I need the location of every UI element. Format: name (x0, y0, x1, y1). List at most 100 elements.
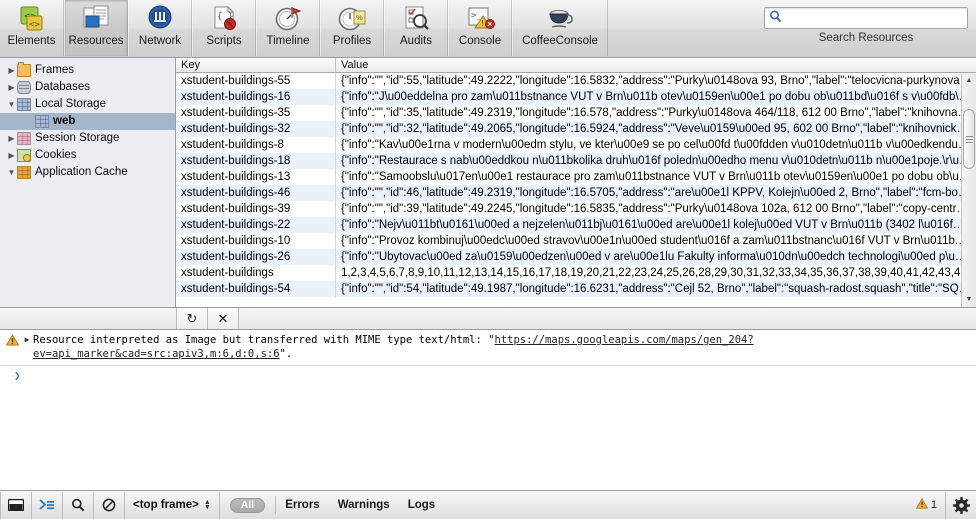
table-row[interactable]: xstudent-buildings-10 {"info":"Provoz ko… (176, 233, 976, 249)
clear-console-button[interactable] (94, 491, 125, 519)
message-prefix: Resource interpreted as Image but transf… (33, 334, 495, 346)
grid-pink-icon (17, 132, 31, 145)
tab-scripts[interactable]: { } Scripts (192, 0, 256, 56)
resources-icon (81, 4, 111, 34)
chevron-right-icon[interactable]: ▶ (6, 130, 17, 147)
sidebar-item-frames[interactable]: ▶ Frames (0, 62, 175, 79)
cell-value: 1,2,3,4,5,6,7,8,9,10,11,12,13,14,15,16,1… (341, 267, 976, 279)
dock-icon (8, 499, 24, 511)
tab-label: Timeline (266, 35, 310, 47)
sidebar-item-session-storage[interactable]: ▶ Session Storage (0, 130, 175, 147)
dock-button[interactable] (0, 491, 32, 519)
chevron-right-icon[interactable]: ▶ (21, 333, 33, 347)
tab-network[interactable]: Network (128, 0, 192, 56)
scroll-up-arrow[interactable]: ▲ (962, 73, 976, 88)
tab-timeline[interactable]: Timeline (256, 0, 320, 56)
cell-key: xstudent-buildings-18 (176, 153, 336, 169)
scrollbar-thumb[interactable] (963, 109, 975, 169)
search-box[interactable] (764, 7, 968, 29)
svg-text:!: ! (482, 19, 484, 28)
filter-logs-button[interactable]: Logs (399, 499, 444, 511)
tab-console[interactable]: >_ ! Console (448, 0, 512, 56)
table-row[interactable]: xstudent-buildings-46 {"info":"","id":46… (176, 185, 976, 201)
search-label: Search Resources (818, 32, 914, 44)
chevron-down-icon[interactable]: ▼ (6, 164, 17, 181)
cell-key: xstudent-buildings-39 (176, 201, 336, 217)
sidebar-item-databases[interactable]: ▶ Databases (0, 79, 175, 96)
sidebar-item-application-cache[interactable]: ▼ Application Cache (0, 164, 175, 181)
search-area: Search Resources (764, 7, 968, 44)
panel-tabs: <> <> Elements (0, 0, 608, 56)
sidebar-item-local-storage[interactable]: ▼ Local Storage (0, 96, 175, 113)
tab-resources[interactable]: Resources (64, 0, 128, 56)
table-row[interactable]: xstudent-buildings-35 {"info":"","id":35… (176, 105, 976, 121)
refresh-button[interactable]: ↻ (177, 308, 208, 329)
cell-value: {"info":"Samoobslu\u017en\u00e1 restaura… (341, 171, 976, 183)
audits-icon (401, 4, 431, 34)
cell-key: xstudent-buildings-32 (176, 121, 336, 137)
column-header-key[interactable]: Key (176, 58, 336, 72)
frame-selector-label: <top frame> (133, 499, 199, 511)
delete-entry-button[interactable]: ✕ (208, 308, 239, 329)
inspector-status-bar: <top frame> ▲ ▼ All Errors Warnings Logs … (0, 490, 976, 519)
table-header: Key Value (176, 58, 976, 73)
tab-profiles[interactable]: % Profiles (320, 0, 384, 56)
chevron-right-icon[interactable]: ▶ (6, 62, 17, 79)
chevron-right-icon[interactable]: ▶ (6, 147, 17, 164)
table-row[interactable]: xstudent-buildings-8 {"info":"Kav\u00e1r… (176, 137, 976, 153)
timeline-icon (273, 4, 303, 34)
table-vertical-scrollbar[interactable]: ▲ ▼ (961, 73, 976, 307)
filter-search-button[interactable] (63, 491, 94, 519)
scroll-down-arrow[interactable]: ▼ (962, 292, 976, 307)
cell-value: {"info":"Ubytovac\u00ed za\u0159\u00edze… (341, 251, 976, 263)
table-row[interactable]: xstudent-buildings-39 {"info":"","id":39… (176, 201, 976, 217)
status-bar-right: 1 (908, 491, 976, 519)
inspector-toolbar: <> <> Elements (0, 0, 976, 58)
sidebar-item-web[interactable]: web (0, 113, 175, 130)
filter-warnings-button[interactable]: Warnings (329, 499, 399, 511)
cell-key: xstudent-buildings-22 (176, 217, 336, 233)
chevron-right-icon[interactable]: ▶ (6, 79, 17, 96)
clear-icon (102, 498, 116, 512)
table-row[interactable]: xstudent-buildings-18 {"info":"Restaurac… (176, 153, 976, 169)
elements-icon: <> <> (17, 4, 47, 34)
sidebar-item-label: Databases (35, 81, 90, 93)
table-row[interactable]: xstudent-buildings-22 {"info":"Nejv\u011… (176, 217, 976, 233)
console-drawer: ▶ Resource interpreted as Image but tran… (0, 330, 976, 490)
table-row[interactable]: xstudent-buildings-32 {"info":"","id":32… (176, 121, 976, 137)
web-inspector-window: <> <> Elements (0, 0, 976, 519)
table-row[interactable]: xstudent-buildings-16 {"info":"J\u00edde… (176, 89, 976, 105)
frame-selector[interactable]: <top frame> ▲ ▼ (125, 491, 220, 519)
chevron-down-icon[interactable]: ▼ (6, 96, 17, 113)
table-row[interactable]: xstudent-buildings-54 {"info":"","id":54… (176, 281, 976, 297)
cell-key: xstudent-buildings-13 (176, 169, 336, 185)
search-input[interactable] (782, 8, 963, 28)
settings-button[interactable] (945, 491, 976, 519)
console-warning-message[interactable]: ▶ Resource interpreted as Image but tran… (0, 330, 976, 366)
sidebar-item-cookies[interactable]: ▶ Cookies (0, 147, 175, 164)
svg-text:<>: <> (29, 20, 40, 30)
message-suffix: ". (279, 348, 293, 360)
search-icon (769, 10, 782, 26)
search-icon (72, 498, 85, 512)
filter-errors-button[interactable]: Errors (276, 499, 329, 511)
table-row[interactable]: xstudent-buildings 1,2,3,4,5,6,7,8,9,10,… (176, 265, 976, 281)
tab-coffeeconsole[interactable]: CoffeeConsole (512, 0, 608, 56)
filter-all-button[interactable]: All (229, 497, 266, 513)
table-row[interactable]: xstudent-buildings-55 {"info":"","id":55… (176, 73, 976, 89)
local-storage-table: Key Value xstudent-buildings-55 {"info":… (176, 58, 976, 307)
database-icon (17, 81, 31, 94)
column-header-value[interactable]: Value (336, 58, 976, 72)
console-prompt[interactable]: ❯ (0, 366, 976, 385)
resources-panel: ▶ Frames ▶ Databases ▼ Local Storage web… (0, 58, 976, 308)
warning-count-indicator[interactable]: 1 (908, 497, 945, 512)
console-toggle-button[interactable] (32, 491, 63, 519)
table-row[interactable]: xstudent-buildings-13 {"info":"Samoobslu… (176, 169, 976, 185)
scripts-icon: { } (209, 4, 239, 34)
table-row[interactable]: xstudent-buildings-26 {"info":"Ubytovac\… (176, 249, 976, 265)
tab-audits[interactable]: Audits (384, 0, 448, 56)
cell-value: {"info":"","id":35,"latitude":49.2319,"l… (341, 107, 976, 119)
gear-icon (952, 496, 970, 514)
sidebar-item-label: Frames (35, 64, 74, 76)
tab-elements[interactable]: <> <> Elements (0, 0, 64, 56)
